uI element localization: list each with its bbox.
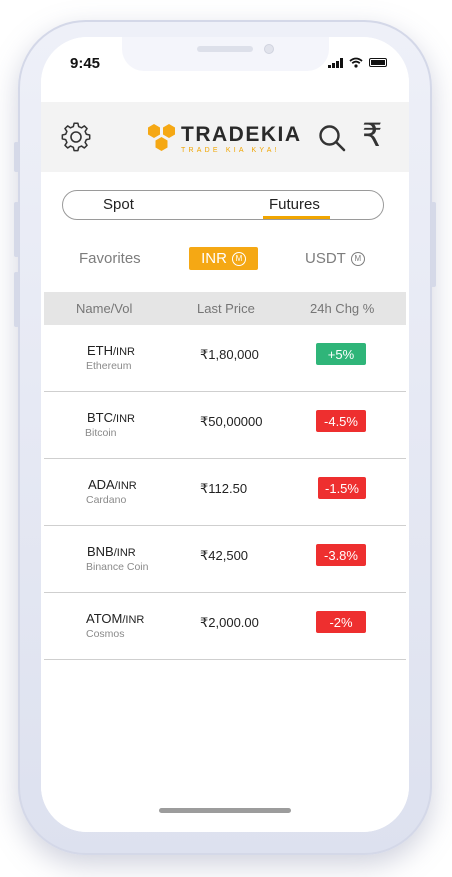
pair-symbol: BNB/INR <box>87 544 136 559</box>
home-indicator[interactable] <box>159 808 291 813</box>
base-symbol: ETH <box>87 343 113 358</box>
phone-screen: 9:45 TRADEKIA TRADE KIA KYA! ₹ Spot Futu… <box>41 37 409 832</box>
base-symbol: BNB <box>87 544 114 559</box>
market-toggle[interactable]: Spot Futures <box>62 190 384 220</box>
base-symbol: BTC <box>87 410 113 425</box>
coin-name: Binance Coin <box>86 561 149 573</box>
app-header: TRADEKIA TRADE KIA KYA! ₹ <box>41 102 409 172</box>
speaker <box>197 46 253 52</box>
coin-name: Cardano <box>86 494 127 506</box>
volume-up-button <box>14 202 19 257</box>
table-row[interactable]: BNB/INR Binance Coin ₹42,500 -3.8% <box>44 526 406 593</box>
pair-symbol: ADA/INR <box>88 477 137 492</box>
tab-favorites[interactable]: Favorites <box>79 250 141 267</box>
futures-active-indicator <box>263 216 330 219</box>
table-row[interactable]: ATOM/INR Cosmos ₹2,000.00 -2% <box>44 593 406 660</box>
notch <box>122 37 329 71</box>
pair-symbol: BTC/INR <box>87 410 135 425</box>
column-header-name[interactable]: Name/Vol <box>76 301 132 316</box>
currency-icon[interactable]: ₹ <box>362 116 382 154</box>
status-icons <box>328 57 387 68</box>
quote-symbol: /INR <box>122 614 145 626</box>
quote-tabs: Favorites INR M USDT M <box>41 247 409 273</box>
last-price: ₹2,000.00 <box>200 615 259 630</box>
battery-icon <box>369 58 387 67</box>
column-header-change[interactable]: 24h Chg % <box>310 301 374 316</box>
change-badge: -1.5% <box>318 477 366 499</box>
quote-symbol: /INR <box>113 413 135 425</box>
pair-symbol: ATOM/INR <box>86 611 144 626</box>
margin-badge-icon: M <box>350 251 365 266</box>
quote-symbol: /INR <box>113 547 136 559</box>
tab-spot[interactable]: Spot <box>103 196 134 213</box>
quote-symbol: /INR <box>113 346 135 358</box>
tab-usdt-label: USDT <box>305 250 346 267</box>
pair-symbol: ETH/INR <box>87 343 135 358</box>
margin-badge-icon: M <box>231 251 246 266</box>
table-header: Name/Vol Last Price 24h Chg % <box>44 292 406 325</box>
change-badge: -3.8% <box>316 544 366 566</box>
logo-text: TRADEKIA <box>181 122 302 146</box>
signal-icon <box>328 57 343 68</box>
volume-down-button <box>14 272 19 327</box>
last-price: ₹112.50 <box>200 481 248 496</box>
table-row[interactable]: BTC/INR Bitcoin ₹50,00000 -4.5% <box>44 392 406 459</box>
table-row[interactable]: ADA/INR Cardano ₹112.50 -1.5% <box>44 459 406 526</box>
base-symbol: ADA <box>88 477 115 492</box>
tab-inr-label: INR <box>201 250 227 267</box>
quote-symbol: /INR <box>114 480 137 492</box>
change-badge: -2% <box>316 611 366 633</box>
coin-name: Cosmos <box>86 628 125 640</box>
gear-icon[interactable] <box>61 122 91 152</box>
logo-hexagon-mark <box>148 124 175 151</box>
search-icon[interactable] <box>318 124 346 152</box>
mute-switch <box>14 142 19 172</box>
base-symbol: ATOM <box>86 611 123 626</box>
change-badge: +5% <box>316 343 366 365</box>
coin-name: Ethereum <box>86 360 132 372</box>
logo-tagline: TRADE KIA KYA! <box>181 146 280 154</box>
column-header-price[interactable]: Last Price <box>197 301 255 316</box>
change-badge: -4.5% <box>316 410 366 432</box>
tab-inr[interactable]: INR M <box>189 247 258 270</box>
table-row[interactable]: ETH/INR Ethereum ₹1,80,000 +5% <box>44 325 406 392</box>
tradekia-logo: TRADEKIA TRADE KIA KYA! <box>146 122 302 156</box>
front-camera <box>264 44 274 54</box>
last-price: ₹1,80,000 <box>200 347 259 362</box>
power-button <box>431 202 436 287</box>
status-time: 9:45 <box>70 55 101 72</box>
tab-usdt[interactable]: USDT M <box>305 250 365 267</box>
coin-name: Bitcoin <box>85 427 117 439</box>
tab-favorites-label: Favorites <box>79 250 141 267</box>
tab-futures[interactable]: Futures <box>269 196 320 213</box>
last-price: ₹50,00000 <box>200 414 263 429</box>
wifi-icon <box>349 57 363 68</box>
last-price: ₹42,500 <box>200 548 249 563</box>
